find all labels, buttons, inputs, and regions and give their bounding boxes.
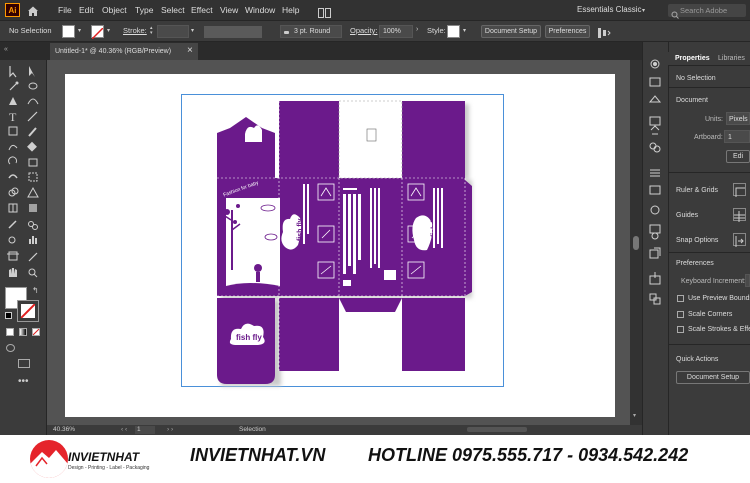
edit-artboards-label: Edi <box>732 153 744 160</box>
keyboard-increment-input[interactable] <box>745 274 750 287</box>
guides-toggle-icon[interactable] <box>733 208 746 222</box>
artboard-label: Artboard: <box>694 134 723 141</box>
panel-divider <box>668 252 750 253</box>
side-brand-text: fish fly <box>297 218 304 241</box>
units-value: Pixels <box>729 116 748 123</box>
artboard-nav-next-icon[interactable]: › › <box>167 425 173 435</box>
panel-icons <box>648 59 662 305</box>
footer-logo-sub: Design - Printing - Label - Packaging <box>68 465 150 471</box>
scale-strokes-label: Scale Strokes & Effects <box>688 326 750 333</box>
brand-logo-text: fish fly <box>236 333 262 342</box>
scale-strokes-checkbox[interactable] <box>677 326 684 333</box>
preferences-section-title: Preferences <box>676 260 714 267</box>
footer-website[interactable]: INVIETNHAT.VN <box>190 445 325 465</box>
quick-actions-title: Quick Actions <box>676 356 719 363</box>
ruler-toggle-icon[interactable] <box>733 183 746 197</box>
horizontal-scrollbar[interactable] <box>467 427 527 432</box>
zoom-level[interactable]: 40.36% <box>53 425 75 435</box>
artboard-nav-prev-icon[interactable]: ‹ ‹ <box>121 425 127 435</box>
scale-corners-checkbox[interactable] <box>677 311 684 318</box>
artboard-number: 1 <box>137 426 141 433</box>
quick-document-setup-button[interactable]: Document Setup <box>676 371 750 384</box>
snap-toggle-icon[interactable] <box>733 233 746 247</box>
quick-document-setup-label: Document Setup <box>686 374 740 381</box>
invietnhat-logo <box>30 440 68 478</box>
panel-divider <box>668 172 750 173</box>
scroll-thumb[interactable] <box>633 236 639 250</box>
use-preview-bounds-label: Use Preview Bounds <box>688 295 750 302</box>
document-section-title: Document <box>676 97 708 104</box>
status-bar: 40.36% ‹ ‹ 1 › › Selection <box>47 425 642 435</box>
selection-status: No Selection <box>676 75 716 82</box>
scale-corners-label: Scale Corners <box>688 311 733 318</box>
panel-divider <box>668 344 750 345</box>
current-tool-label: Selection <box>239 426 266 433</box>
keyboard-increment-label: Keyboard Increment: <box>681 278 746 285</box>
footer-logo-name: INVIETNHAT <box>68 450 140 464</box>
guides-label: Guides <box>676 212 699 219</box>
edit-artboards-button[interactable]: Edi <box>726 150 750 163</box>
panel-divider <box>668 87 750 88</box>
ruler-grids-label: Ruler & Grids <box>676 187 719 194</box>
tab-libraries[interactable]: Libraries <box>718 54 745 63</box>
units-label: Units: <box>705 116 723 123</box>
brand-text: fish fly <box>236 333 262 342</box>
artboard-value: 1 <box>728 134 732 141</box>
snap-options-label: Snap Options <box>676 237 719 244</box>
use-preview-bounds-checkbox[interactable] <box>677 295 684 302</box>
vertical-scrollbar[interactable]: ▾ <box>630 60 642 425</box>
tab-properties[interactable]: Properties <box>675 54 710 63</box>
inner-flap-panel <box>339 101 402 178</box>
chevron-down-icon[interactable]: ▾ <box>633 412 636 419</box>
footer-banner: INVIETNHAT Design - Printing - Label - P… <box>0 435 750 483</box>
illustration-panel <box>226 198 280 290</box>
footer-hotline[interactable]: HOTLINE 0975.555.717 - 0934.542.242 <box>368 445 688 465</box>
